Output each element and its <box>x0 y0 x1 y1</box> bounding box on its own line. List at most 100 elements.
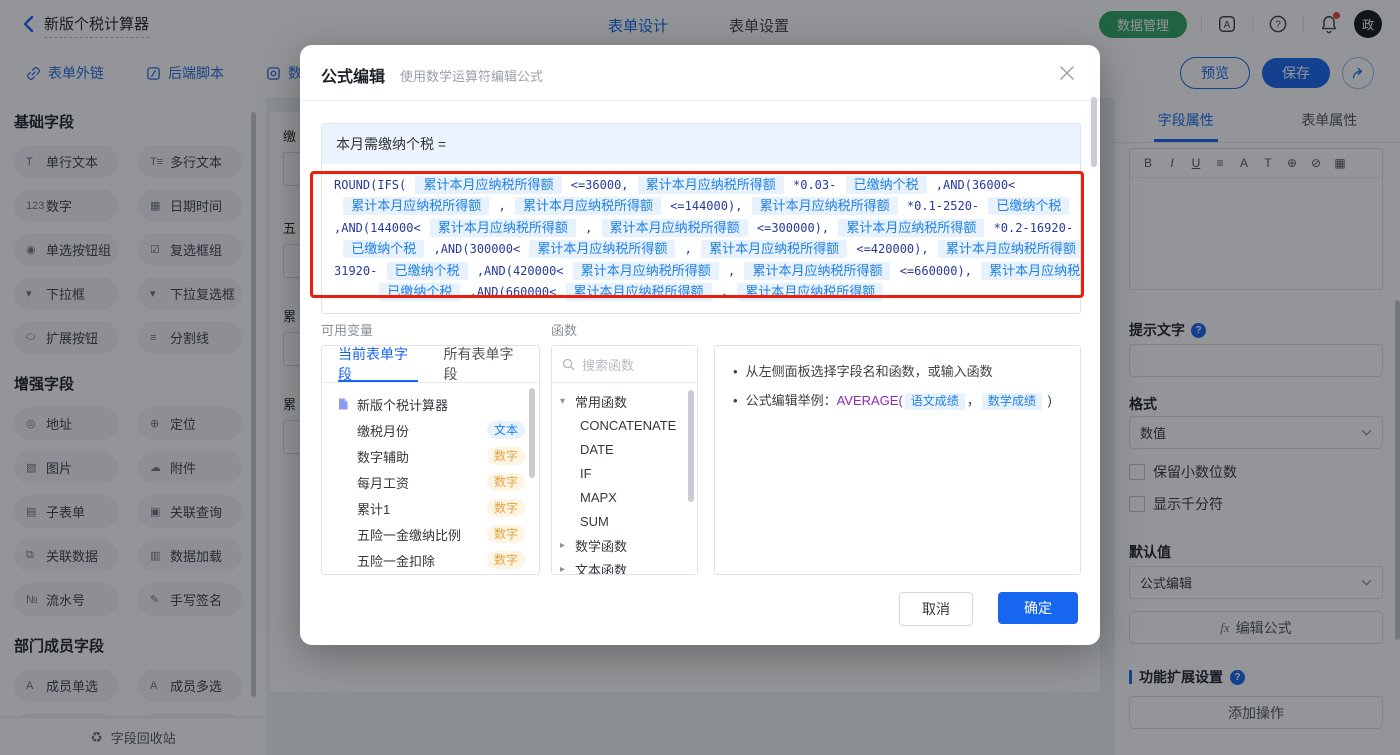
formula-text: , <box>714 285 736 299</box>
formula-variable-chip: 累计本月应纳税所得额 <box>981 262 1080 280</box>
function-item[interactable]: CONCATENATE <box>552 413 697 437</box>
variables-form-name: 新版个税计算器 <box>357 395 525 414</box>
variable-type-badge: 数字 <box>487 473 525 491</box>
confirm-button[interactable]: 确定 <box>998 592 1078 624</box>
function-group-label: 文本函数 <box>575 560 627 576</box>
variable-item[interactable]: 缴税月份文本 <box>322 417 539 443</box>
formula-line: 已缴纳个税 ,AND(300000< 累计本月应纳税所得额 , 累计本月应纳税所… <box>334 239 1068 261</box>
function-item[interactable]: IF <box>552 461 697 485</box>
formula-variable-chip: 累计本月应纳税所得额 <box>415 176 561 194</box>
tab-current-form-fields[interactable]: 当前表单字段 <box>338 346 418 382</box>
formula-variable-chip: 累计本月应纳税所得额 <box>938 240 1080 258</box>
formula-scrollbar[interactable] <box>1091 97 1097 167</box>
formula-variable-chip: 已缴纳个税 <box>387 262 468 280</box>
formula-text: ,AND(144000< <box>334 221 428 235</box>
formula-editor[interactable]: 本月需缴纳个税 = ROUND(IFS( 累计本月应纳税所得额 <=36000,… <box>321 123 1081 314</box>
formula-text: , <box>578 221 600 235</box>
formula-text: , <box>721 264 743 278</box>
formula-text: <=420000), <box>849 242 936 256</box>
formula-variable-chip: 累计本月应纳税所得额 <box>573 262 719 280</box>
formula-text: ROUND(IFS( <box>334 178 413 192</box>
formula-text <box>334 242 341 256</box>
formula-variable-chip: 已缴纳个税 <box>846 176 927 194</box>
formula-variable-chip: 累计本月应纳税所得额 <box>566 283 712 301</box>
formula-text: ,AND(300000< <box>426 242 527 256</box>
formula-variable-chip: 已缴纳个税 <box>379 283 460 301</box>
tab-all-form-fields[interactable]: 所有表单字段 <box>444 346 524 382</box>
formula-variable-chip: 累计本月应纳税所得额 <box>638 176 784 194</box>
modal-header: 公式编辑 使用数学运算符编辑公式 <box>300 45 1100 101</box>
tip-line-1: • 从左侧面板选择字段名和函数，或输入函数 <box>733 362 1062 382</box>
variable-name: 五险一金缴纳比例 <box>357 525 487 544</box>
function-group-label: 常用函数 <box>575 392 627 411</box>
formula-line: 已缴纳个税 ,AND(660000< 累计本月应纳税所得额 , 累计本月应纳税所… <box>334 282 1068 304</box>
formula-target: 本月需缴纳个税 = <box>322 124 1080 164</box>
tip-text: 公式编辑举例：AVERAGE(语文成绩，数学成绩 ) <box>746 391 1052 411</box>
function-item[interactable]: MAPX <box>552 485 697 509</box>
variable-item[interactable]: 累计1数字 <box>322 495 539 521</box>
formula-text: <=300000), <box>750 221 837 235</box>
formula-text: ,AND(660000< <box>462 285 563 299</box>
variables-scrollbar[interactable] <box>529 388 535 478</box>
search-placeholder: 搜索函数 <box>582 355 634 374</box>
functions-scrollbar[interactable] <box>688 390 694 502</box>
tips-panel: • 从左侧面板选择字段名和函数，或输入函数 • 公式编辑举例：AVERAGE(语… <box>714 345 1081 575</box>
example-function-name: AVERAGE( <box>837 393 903 408</box>
formula-text: <=144000), <box>663 199 750 213</box>
example-variable-chip: 语文成绩 <box>905 393 965 410</box>
formula-edit-modal: 公式编辑 使用数学运算符编辑公式 本月需缴纳个税 = ROUND(IFS( 累计… <box>300 45 1100 645</box>
function-search[interactable]: 搜索函数 <box>552 346 697 383</box>
formula-variable-chip: 累计本月应纳税所得额 <box>515 197 661 215</box>
formula-variable-chip: 累计本月应纳税所得额 <box>838 219 984 237</box>
formula-text: 31920- <box>334 264 385 278</box>
variable-name: 缴税月份 <box>357 421 487 440</box>
cancel-button[interactable]: 取消 <box>899 592 973 626</box>
modal-footer: 取消 确定 <box>899 592 1078 626</box>
tip-text: 从左侧面板选择字段名和函数，或输入函数 <box>746 362 993 382</box>
formula-text: ,AND(420000< <box>470 264 571 278</box>
formula-variable-chip: 已缴纳个税 <box>988 197 1069 215</box>
variable-item[interactable]: 五险一金缴纳比例数字 <box>322 521 539 547</box>
formula-variable-chip: 累计本月应纳税所得额 <box>343 197 489 215</box>
formula-variable-chip: 累计本月应纳税所得额 <box>752 197 898 215</box>
formula-body[interactable]: ROUND(IFS( 累计本月应纳税所得额 <=36000, 累计本月应纳税所得… <box>322 164 1080 308</box>
modal-subtitle: 使用数学运算符编辑公式 <box>400 66 543 85</box>
tip-line-2: • 公式编辑举例：AVERAGE(语文成绩，数学成绩 ) <box>733 391 1062 411</box>
variable-item[interactable]: 每月工资数字 <box>322 469 539 495</box>
variable-name: 累计1 <box>357 499 487 518</box>
chevron-down-icon: ▾ <box>560 396 570 407</box>
variable-name: 五险一金扣除 <box>357 551 487 570</box>
example-variable-chip: 数学成绩 <box>982 393 1042 410</box>
formula-text: *0.1-2520- <box>900 199 987 213</box>
variable-type-badge: 数字 <box>487 525 525 543</box>
chevron-right-icon: ▸ <box>560 564 570 575</box>
formula-variable-chip: 累计本月应纳税所得额 <box>529 240 675 258</box>
formula-text: , <box>677 242 699 256</box>
close-icon[interactable] <box>1058 64 1076 82</box>
function-item[interactable]: SUM <box>552 509 697 533</box>
function-group[interactable]: ▾ 常用函数 <box>552 389 697 413</box>
bullet: • <box>733 362 738 382</box>
variable-item[interactable]: 五险一金扣除数字 <box>322 547 539 573</box>
formula-variable-chip: 累计本月应纳税所得额 <box>430 219 576 237</box>
formula-text: ,AND(36000< <box>929 178 1016 192</box>
formula-text: , <box>491 199 513 213</box>
formula-line: 31920- 已缴纳个税 ,AND(420000< 累计本月应纳税所得额 , 累… <box>334 260 1068 282</box>
variables-form-row[interactable]: 新版个税计算器 <box>322 391 539 417</box>
app-root: 新版个税计算器 表单设计 表单设置 数据管理 A ? 政 表单外链 <box>0 0 1400 755</box>
variable-item[interactable]: 数字辅助数字 <box>322 443 539 469</box>
function-group-label: 数学函数 <box>575 536 627 555</box>
function-item[interactable]: DATE <box>552 437 697 461</box>
formula-line: 累计本月应纳税所得额 , 累计本月应纳税所得额 <=144000), 累计本月应… <box>334 196 1068 218</box>
document-icon <box>336 397 350 411</box>
function-group[interactable]: ▸ 文本函数 <box>552 557 697 575</box>
formula-variable-chip: 累计本月应纳税所得额 <box>701 240 847 258</box>
formula-text <box>334 199 341 213</box>
functions-label: 函数 <box>551 320 577 339</box>
variables-label: 可用变量 <box>321 320 373 339</box>
formula-text: <=660000), <box>892 264 979 278</box>
variable-name: 数字辅助 <box>357 447 487 466</box>
variable-type-badge: 数字 <box>487 447 525 465</box>
function-group[interactable]: ▸ 数学函数 <box>552 533 697 557</box>
chevron-right-icon: ▸ <box>560 540 570 551</box>
